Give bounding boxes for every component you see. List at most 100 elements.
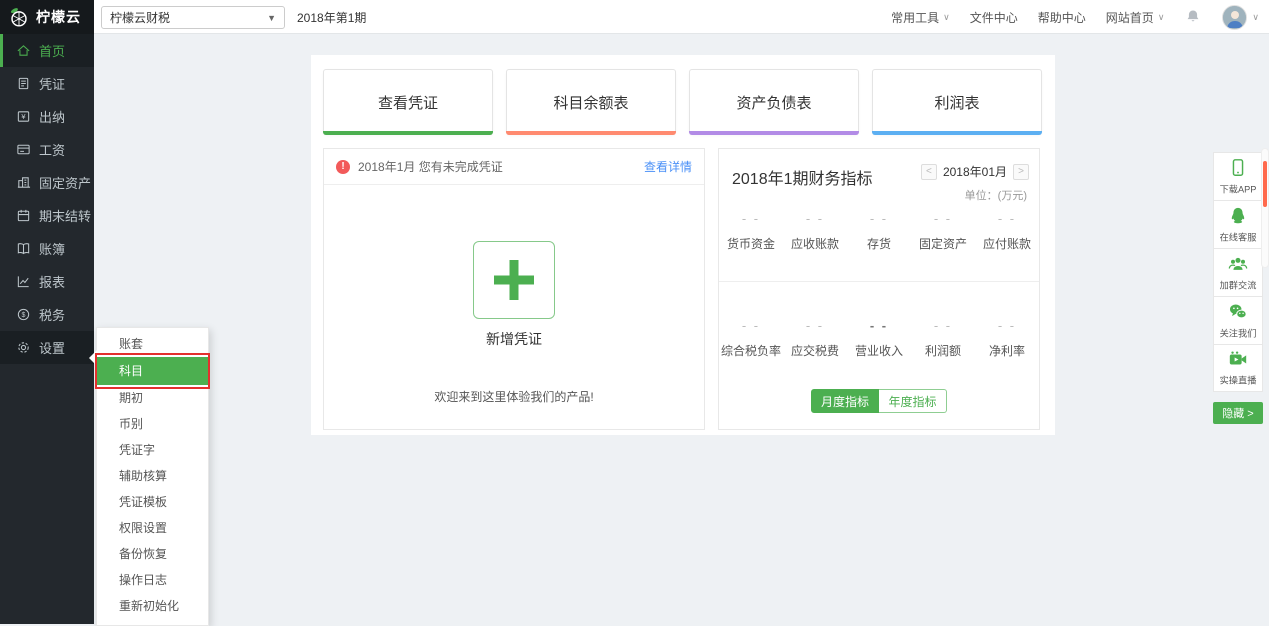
submenu-item-subjects[interactable]: 科目 <box>97 357 208 385</box>
settings-icon <box>16 340 31 355</box>
prev-month-button[interactable]: < <box>921 164 937 180</box>
sidebar-item-home[interactable]: 首页 <box>0 34 94 67</box>
brand-logo[interactable]: 柠檬云 <box>0 0 94 34</box>
hide-toolbar-button[interactable]: 隐藏 > <box>1213 402 1263 424</box>
card-stripe <box>689 131 859 135</box>
submenu-item-voucher-word[interactable]: 凭证字 <box>97 437 208 463</box>
view-details-link[interactable]: 查看详情 <box>644 158 692 175</box>
live-broadcast-button[interactable]: 实操直播 <box>1213 344 1263 392</box>
period-end-icon <box>16 208 31 223</box>
card-income-statement[interactable]: 利润表 <box>872 69 1042 135</box>
menu-website-home[interactable]: 网站首页∨ <box>1106 9 1165 26</box>
red-annotation-box <box>95 353 210 389</box>
user-menu[interactable]: ∨ <box>1222 5 1259 30</box>
submenu-item-voucher-template[interactable]: 凭证模板 <box>97 489 208 515</box>
live-video-icon <box>1228 349 1248 369</box>
top-right-menu: 常用工具∨ 文件中心 帮助中心 网站首页∨ ∨ <box>891 0 1259 34</box>
alert-text: 2018年1月 您有未完成凭证 <box>358 158 636 175</box>
group-icon <box>1228 254 1248 274</box>
cashier-icon: ¥ <box>16 109 31 124</box>
quick-link-cards: 查看凭证 科目余额表 资产负债表 利润表 <box>323 69 1042 135</box>
brand-name: 柠檬云 <box>36 7 81 27</box>
sidebar-item-tax[interactable]: $ 税务 <box>0 298 94 331</box>
card-subject-balance[interactable]: 科目余额表 <box>506 69 676 135</box>
metric-row-1: - -货币资金 - -应收账款 - -存货 - -固定资产 - -应付账款 <box>719 211 1039 252</box>
sidebar-item-voucher[interactable]: 凭证 <box>0 67 94 100</box>
notification-bell-icon[interactable] <box>1184 8 1202 26</box>
company-select-value: 柠檬云财税 <box>110 9 170 26</box>
submenu-item-permission-settings[interactable]: 权限设置 <box>97 515 208 541</box>
metric-profit: - -利润额 <box>911 318 975 359</box>
submenu-item-opening-balance[interactable]: 期初 <box>97 385 208 411</box>
metric-tax-burden: - -综合税负率 <box>719 318 783 359</box>
next-month-button[interactable]: > <box>1013 164 1029 180</box>
month-navigator: < 2018年01月 > <box>921 163 1029 180</box>
metric-net-margin: - -净利率 <box>975 318 1039 359</box>
unit-label: 单位：(万元) <box>965 187 1027 203</box>
sidebar-item-period-end[interactable]: 期末结转 <box>0 199 94 232</box>
card-stripe <box>872 131 1042 135</box>
voucher-icon <box>16 76 31 91</box>
card-balance-sheet[interactable]: 资产负债表 <box>689 69 859 135</box>
menu-file-center[interactable]: 文件中心 <box>970 9 1018 26</box>
join-group-button[interactable]: 加群交流 <box>1213 248 1263 296</box>
sidebar-item-settings[interactable]: 设置 <box>0 331 94 364</box>
metric-tax-payable: - -应交税费 <box>783 318 847 359</box>
card-stripe <box>506 131 676 135</box>
ledger-icon <box>16 241 31 256</box>
download-app-button[interactable]: 下载APP <box>1213 152 1263 200</box>
metric-cash: - -货币资金 <box>719 211 783 252</box>
menu-help-center[interactable]: 帮助中心 <box>1038 9 1086 26</box>
home-icon <box>16 43 31 58</box>
sidebar-item-cashier[interactable]: ¥ 出纳 <box>0 100 94 133</box>
chevron-down-icon: ∨ <box>1252 12 1259 23</box>
add-voucher-label: 新增凭证 <box>473 329 555 349</box>
sidebar-item-salary[interactable]: 工资 <box>0 133 94 166</box>
lemon-logo-icon <box>8 6 30 28</box>
follow-us-button[interactable]: 关注我们 <box>1213 296 1263 344</box>
metric-inventory: - -存货 <box>847 211 911 252</box>
scrollbar-track <box>1261 148 1269 268</box>
monthly-indicators-button[interactable]: 月度指标 <box>811 389 879 413</box>
report-icon <box>16 274 31 289</box>
indicators-title: 2018年1期财务指标 <box>732 165 873 189</box>
submenu-item-operation-log[interactable]: 操作日志 <box>97 567 208 593</box>
qq-service-icon <box>1228 206 1248 226</box>
salary-icon <box>16 142 31 157</box>
submenu-item-currency[interactable]: 币别 <box>97 411 208 437</box>
voucher-panel: ! 2018年1月 您有未完成凭证 查看详情 新增凭证 欢迎来到这里体验我们的产… <box>323 148 705 430</box>
unfinished-voucher-alert: ! 2018年1月 您有未完成凭证 查看详情 <box>324 149 704 185</box>
sidebar-item-ledger[interactable]: 账簿 <box>0 232 94 265</box>
indicators-header: 2018年1期财务指标 < 2018年01月 > 单位：(万元) <box>719 149 1039 205</box>
submenu-item-backup-restore[interactable]: 备份恢复 <box>97 541 208 567</box>
metric-revenue: - -营业收入 <box>847 318 911 359</box>
settings-submenu: 账套 科目 期初 币别 凭证字 辅助核算 凭证模板 权限设置 备份恢复 操作日志… <box>96 327 209 626</box>
chevron-down-icon: ∨ <box>943 12 950 23</box>
plus-icon <box>489 256 539 304</box>
divider <box>719 281 1039 282</box>
svg-text:$: $ <box>22 312 26 319</box>
top-bar: 柠檬云 柠檬云财税 ▼ 2018年第1期 常用工具∨ 文件中心 帮助中心 网站首… <box>0 0 1269 34</box>
wechat-icon <box>1228 302 1248 322</box>
card-stripe <box>323 131 493 135</box>
card-view-vouchers[interactable]: 查看凭证 <box>323 69 493 135</box>
financial-indicators-panel: 2018年1期财务指标 < 2018年01月 > 单位：(万元) - -货币资金… <box>718 148 1040 430</box>
alert-icon: ! <box>336 160 350 174</box>
scrollbar-thumb[interactable] <box>1263 161 1267 207</box>
submenu-item-reinitialize[interactable]: 重新初始化 <box>97 593 208 619</box>
sidebar-item-fixed-assets[interactable]: 固定资产 <box>0 166 94 199</box>
submenu-item-auxiliary-accounting[interactable]: 辅助核算 <box>97 463 208 489</box>
plus-box <box>473 241 555 319</box>
current-period: 2018年第1期 <box>297 0 366 34</box>
yearly-indicators-button[interactable]: 年度指标 <box>879 389 947 413</box>
chevron-down-icon: ▼ <box>267 13 276 23</box>
add-voucher-button[interactable]: 新增凭证 <box>473 241 555 349</box>
sidebar-item-reports[interactable]: 报表 <box>0 265 94 298</box>
menu-common-tools[interactable]: 常用工具∨ <box>891 9 950 26</box>
company-select[interactable]: 柠檬云财税 ▼ <box>101 6 285 29</box>
phone-icon <box>1228 158 1248 178</box>
online-service-button[interactable]: 在线客服 <box>1213 200 1263 248</box>
welcome-text: 欢迎来到这里体验我们的产品! <box>324 388 704 405</box>
submenu-item-account-set[interactable]: 账套 <box>97 331 208 357</box>
metric-row-2: - -综合税负率 - -应交税费 - -营业收入 - -利润额 - -净利率 <box>719 318 1039 359</box>
